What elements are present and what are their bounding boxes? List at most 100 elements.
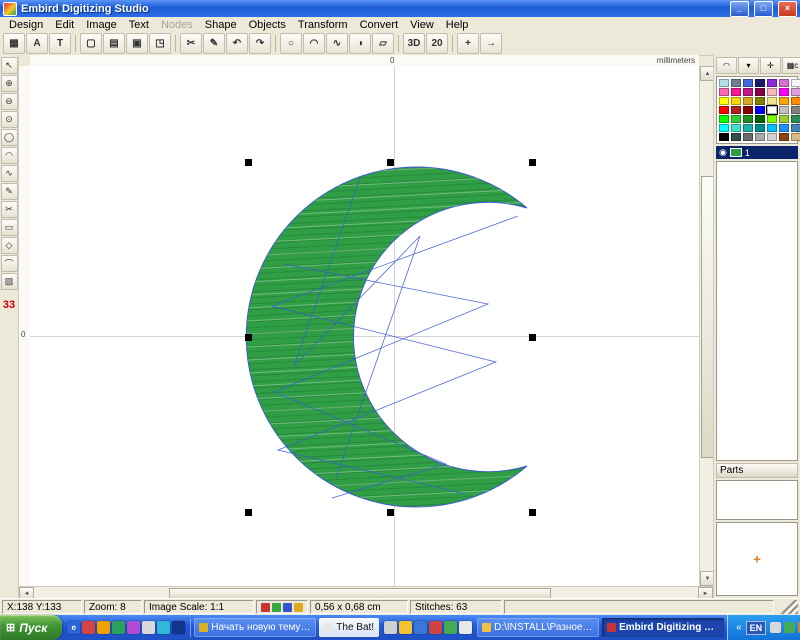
zoom-in-tool[interactable]: ⊕ <box>1 75 18 92</box>
color-swatch[interactable] <box>791 115 800 123</box>
zoom-1to1-tool[interactable]: ⊙ <box>1 111 18 128</box>
menu-help[interactable]: Help <box>440 18 475 32</box>
color-swatch[interactable] <box>779 97 789 105</box>
quick-launch-icon[interactable] <box>112 621 125 634</box>
color-swatch[interactable] <box>755 124 765 132</box>
status-icon[interactable] <box>272 603 281 612</box>
quick-launch-icon[interactable]: e <box>67 621 80 634</box>
menu-transform[interactable]: Transform <box>292 18 354 32</box>
color-swatch[interactable] <box>767 79 777 87</box>
color-swatch[interactable] <box>779 124 789 132</box>
fill-tool-button[interactable]: ◑ <box>349 33 371 54</box>
forward-button[interactable]: → <box>480 33 502 54</box>
add-button[interactable]: + <box>457 33 479 54</box>
color-swatch[interactable] <box>743 115 753 123</box>
menu-objects[interactable]: Objects <box>243 18 292 32</box>
start-button[interactable]: ⊞ Пуск <box>0 615 62 640</box>
taskbar-toolbar-icon[interactable] <box>414 621 427 634</box>
object-list[interactable] <box>716 161 798 461</box>
edit-nodes-button[interactable]: ✎ <box>203 33 225 54</box>
cut-button[interactable]: ✂ <box>180 33 202 54</box>
color-swatch[interactable] <box>767 124 777 132</box>
density-20-button[interactable]: 20 <box>426 33 448 54</box>
color-swatch[interactable] <box>731 106 741 114</box>
menu-image[interactable]: Image <box>80 18 123 32</box>
taskbar-toolbar-icon[interactable] <box>429 621 442 634</box>
minimize-button[interactable]: _ <box>730 1 749 17</box>
status-icon[interactable] <box>261 603 270 612</box>
selection-handle[interactable] <box>529 509 536 516</box>
style-dropdown-button[interactable]: ▾ <box>738 57 759 74</box>
tray-chevron-icon[interactable]: « <box>736 622 742 633</box>
color-swatch[interactable] <box>767 106 777 114</box>
undo-button[interactable]: ↶ <box>226 33 248 54</box>
quick-launch-icon[interactable] <box>157 621 170 634</box>
pattern-fill-tool[interactable]: ▨ <box>1 273 18 290</box>
redo-button[interactable]: ↷ <box>249 33 271 54</box>
center-view-button[interactable]: ✛ <box>760 57 781 74</box>
color-swatch[interactable] <box>719 124 729 132</box>
color-swatch[interactable] <box>779 115 789 123</box>
freehand-tool-button[interactable]: ∿ <box>326 33 348 54</box>
quick-launch-icon[interactable] <box>142 621 155 634</box>
color-swatch[interactable] <box>719 97 729 105</box>
color-swatch[interactable] <box>719 133 729 141</box>
menu-view[interactable]: View <box>404 18 440 32</box>
save-as-button[interactable]: ◳ <box>149 33 171 54</box>
color-swatch[interactable] <box>719 88 729 96</box>
diamond-tool[interactable]: ◇ <box>1 237 18 254</box>
color-swatch[interactable] <box>743 124 753 132</box>
task-button[interactable]: Начать новую тему :: В... <box>194 618 316 637</box>
colors-mode-button[interactable]: ▦c <box>782 57 800 74</box>
parts-list[interactable] <box>716 480 798 520</box>
color-swatch[interactable] <box>731 115 741 123</box>
selection-handle[interactable] <box>529 159 536 166</box>
selection-handle[interactable] <box>245 509 252 516</box>
color-swatch[interactable] <box>791 106 800 114</box>
color-swatch[interactable] <box>767 97 777 105</box>
selection-handle[interactable] <box>387 159 394 166</box>
status-icon[interactable] <box>283 603 292 612</box>
quick-launch-icon[interactable] <box>82 621 95 634</box>
close-button[interactable]: × <box>778 1 797 17</box>
ellipse-tool[interactable]: ◯ <box>1 129 18 146</box>
color-swatch[interactable] <box>755 115 765 123</box>
menu-edit[interactable]: Edit <box>49 18 80 32</box>
quick-launch-icon[interactable] <box>97 621 110 634</box>
menu-design[interactable]: Design <box>3 18 49 32</box>
text-tool-t-button[interactable]: T <box>49 33 71 54</box>
design-canvas[interactable] <box>30 66 699 586</box>
text-tool-a-button[interactable]: A <box>26 33 48 54</box>
select-tool[interactable]: ↖ <box>1 57 18 74</box>
maximize-button[interactable]: □ <box>754 1 773 17</box>
selection-handle[interactable] <box>387 509 394 516</box>
color-swatch[interactable] <box>743 88 753 96</box>
vertical-scrollbar[interactable]: ▲ ▼ <box>699 66 714 586</box>
menu-text[interactable]: Text <box>123 18 155 32</box>
selection-handle[interactable] <box>529 334 536 341</box>
outline-tool-button[interactable]: ▱ <box>372 33 394 54</box>
color-swatch[interactable] <box>791 133 800 141</box>
freehand-tool[interactable]: ∿ <box>1 165 18 182</box>
arc-tool[interactable]: ◠ <box>1 147 18 164</box>
parts-header[interactable]: Parts <box>716 463 798 478</box>
quick-launch-icon[interactable] <box>127 621 140 634</box>
color-swatch[interactable] <box>779 88 789 96</box>
knife-tool[interactable]: ✂ <box>1 201 18 218</box>
taskbar-toolbar-icon[interactable] <box>399 621 412 634</box>
view-3d-button[interactable]: 3D <box>403 33 425 54</box>
resize-grip[interactable] <box>776 600 798 614</box>
color-swatch[interactable] <box>719 79 729 87</box>
color-swatch[interactable] <box>755 97 765 105</box>
stitch-style-button[interactable]: ◠ <box>716 57 737 74</box>
tray-icon[interactable] <box>784 622 795 633</box>
layer-row-selected[interactable]: ◉ 1 <box>716 146 798 159</box>
color-swatch[interactable] <box>755 79 765 87</box>
arc-tool-button[interactable]: ◠ <box>303 33 325 54</box>
color-swatch[interactable] <box>791 79 800 87</box>
selection-handle[interactable] <box>245 334 252 341</box>
color-swatch[interactable] <box>791 124 800 132</box>
curve-tool[interactable]: ⌒ <box>1 255 18 272</box>
quick-launch-icon[interactable] <box>172 621 185 634</box>
tray-icon[interactable] <box>770 622 781 633</box>
